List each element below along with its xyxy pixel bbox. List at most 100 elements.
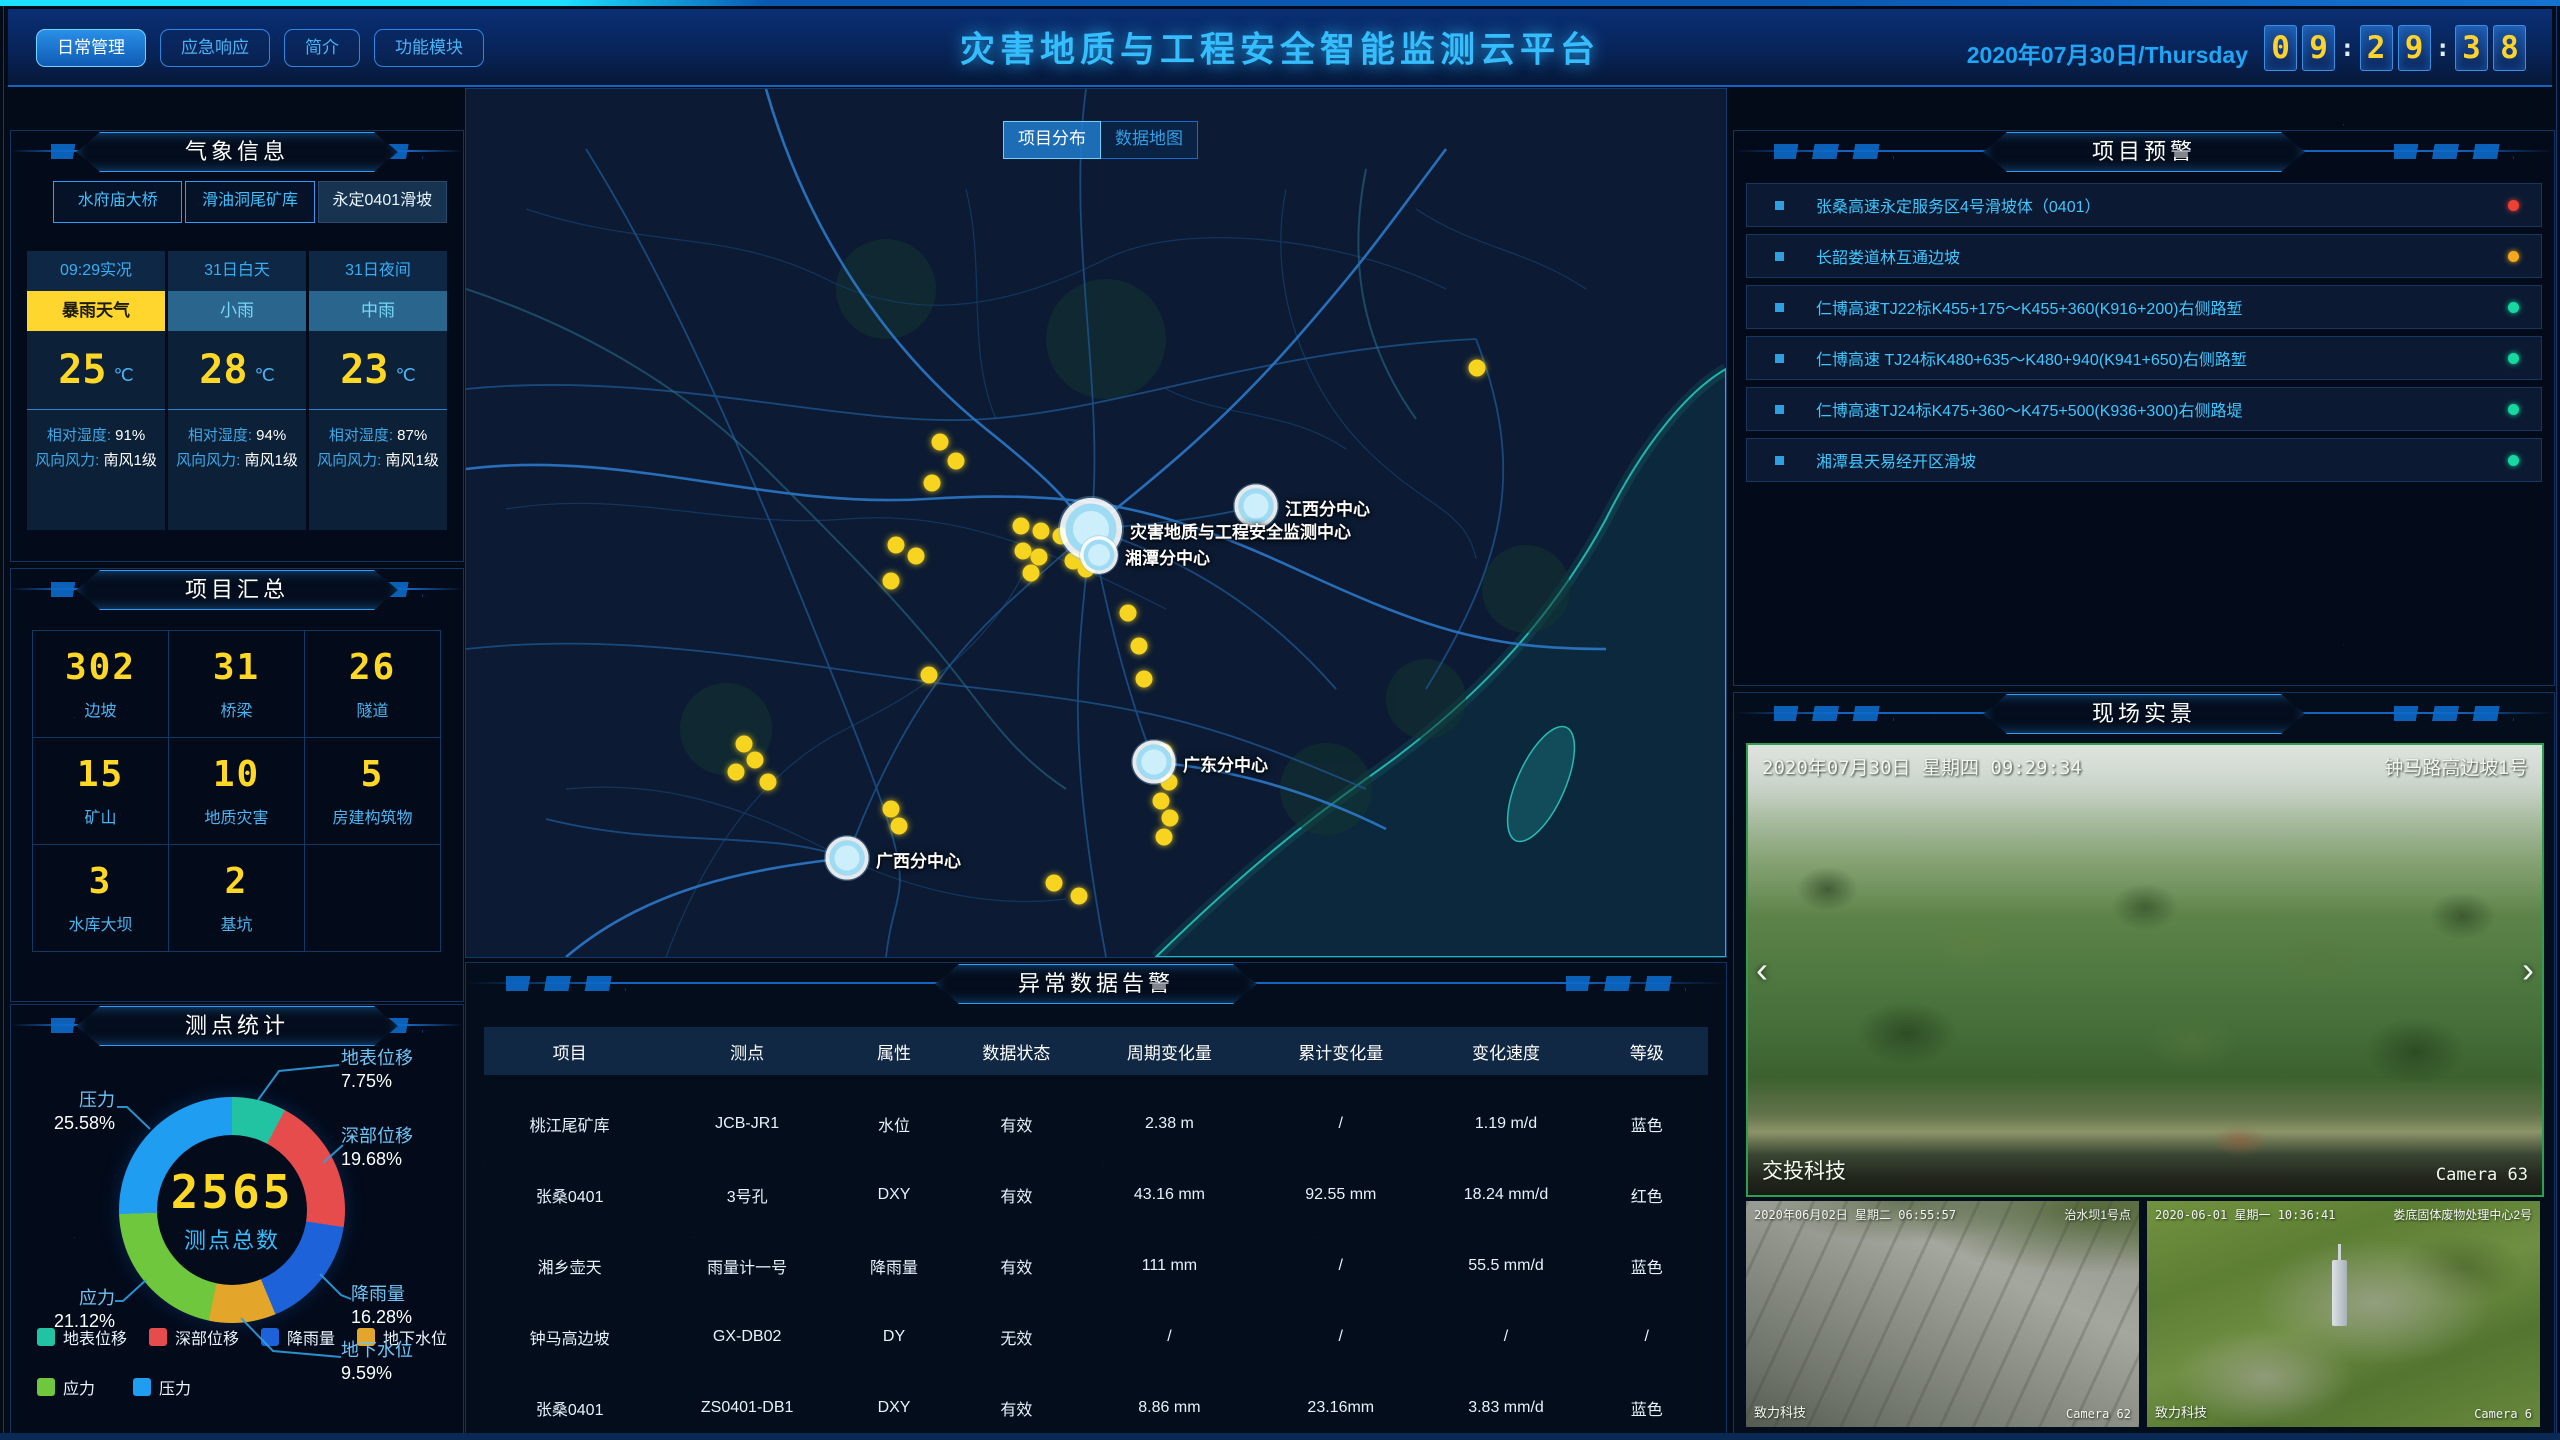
warning-item[interactable]: 仁博高速TJ24标K475+360～K475+500(K936+300)右侧路堤: [1746, 387, 2542, 431]
weather-tab-水府庙大桥[interactable]: 水府庙大桥: [53, 181, 182, 223]
project-dot[interactable]: [747, 752, 764, 769]
map[interactable]: 项目分布数据地图 江西分中心灾害地质与工程安全监测中心湘潭分中心广东分中心广西分…: [465, 88, 1727, 958]
map-tab-数据地图[interactable]: 数据地图: [1101, 121, 1198, 159]
live-panel-head: 现场实景: [1734, 693, 2554, 737]
center-marker-广东分中心[interactable]: [1131, 739, 1177, 785]
legend-label: 深部位移: [175, 1325, 239, 1349]
table-row[interactable]: 钟马高边坡GX-DB02DY无效////: [484, 1301, 1708, 1372]
alarm-panel-title: 异常数据告警: [935, 964, 1257, 1004]
camera-thumbnail[interactable]: 2020-06-01 星期一 10:36:41娄底固体废物处理中心2号致力科技C…: [2147, 1201, 2540, 1427]
legend-item-应力[interactable]: 应力: [37, 1375, 111, 1399]
summary-label: 隧道: [356, 697, 388, 721]
project-dot[interactable]: [883, 801, 900, 818]
slice-name: 深部位移: [341, 1125, 413, 1148]
thumb-timestamp: 2020-06-01 星期一 10:36:41: [2155, 1206, 2336, 1223]
table-cell: 111 mm: [1084, 1257, 1255, 1275]
alarm-table-panel: 异常数据告警 项目测点属性数据状态周期变化量累计变化量变化速度等级 钟马路高边坡…: [465, 962, 1727, 1435]
table-row[interactable]: 张桑04013号孔DXY有效43.16 mm92.55 mm18.24 mm/d…: [484, 1159, 1708, 1230]
thumb-camera-id: Camera 62: [2066, 1407, 2131, 1421]
donut-label-压力: 压力25.58%: [29, 1089, 115, 1134]
project-dot[interactable]: [888, 537, 905, 554]
temperature-unit: ℃: [113, 355, 133, 386]
head-stripes-icon: [1774, 706, 1894, 721]
table-row[interactable]: 钟马路高边坡5号孔DXY有效10.12 mm15.975.46 mm/d橙色: [484, 1075, 1708, 1088]
summary-cell-边坡: 302边坡: [32, 630, 169, 738]
top-header: 日常管理应急响应简介功能模块 灾害地质与工程安全智能监测云平台 2020年07月…: [8, 9, 2552, 87]
project-dot[interactable]: [1153, 793, 1170, 810]
project-dot[interactable]: [728, 764, 745, 781]
legend-swatch: [133, 1378, 151, 1396]
alarm-table-body[interactable]: 钟马路高边坡5号孔DXY有效10.12 mm15.975.46 mm/d橙色桃江…: [484, 1075, 1708, 1426]
nav-button-功能模块[interactable]: 功能模块: [374, 29, 484, 67]
project-dot[interactable]: [921, 667, 938, 684]
table-row[interactable]: 桃江尾矿库JCB-JR1水位有效2.38 m/1.19 m/d蓝色: [484, 1088, 1708, 1159]
warning-item[interactable]: 长韶娄道林互通边坡: [1746, 234, 2542, 278]
table-row[interactable]: 张桑0401ZS0401-DB1DXY有效8.86 mm23.16mm3.83 …: [484, 1372, 1708, 1426]
table-cell: 湘乡壶天: [484, 1254, 655, 1278]
project-dot[interactable]: [924, 475, 941, 492]
warning-item[interactable]: 张桑高速永定服务区4号滑坡体（0401）: [1746, 183, 2542, 227]
legend-label: 压力: [159, 1375, 191, 1399]
project-dot[interactable]: [932, 434, 949, 451]
nav-button-日常管理[interactable]: 日常管理: [36, 29, 146, 67]
table-row[interactable]: 湘乡壶天雨量计一号降雨量有效111 mm/55.5 mm/d蓝色: [484, 1230, 1708, 1301]
camera-thumbnail[interactable]: 2020年06月02日 星期二 06:55:57治水坝1号点致力科技Camera…: [1746, 1201, 2139, 1427]
temperature-value: 23: [340, 347, 388, 393]
project-dot[interactable]: [1046, 875, 1063, 892]
legend-item-深部位移[interactable]: 深部位移: [149, 1325, 239, 1349]
head-stripes-icon: [1774, 144, 1894, 159]
project-dot[interactable]: [1033, 523, 1050, 540]
center-marker-湘潭分中心[interactable]: [1079, 535, 1119, 575]
center-label-广西分中心: 广西分中心: [876, 847, 961, 872]
table-cell: 有效: [949, 1254, 1084, 1278]
project-dot[interactable]: [1015, 543, 1032, 560]
nav-button-应急响应[interactable]: 应急响应: [160, 29, 270, 67]
warning-item[interactable]: 仁博高速 TJ24标K480+635～K480+940(K941+650)右侧路…: [1746, 336, 2542, 380]
humidity-line: 相对湿度: 87%: [315, 424, 441, 449]
table-cell: 红色: [1586, 1183, 1708, 1207]
project-dot[interactable]: [1120, 605, 1137, 622]
table-cell: 降雨量: [839, 1254, 949, 1278]
project-dot[interactable]: [1071, 888, 1088, 905]
project-dot[interactable]: [1162, 810, 1179, 827]
legend-item-降雨量[interactable]: 降雨量: [261, 1325, 335, 1349]
project-dot[interactable]: [948, 453, 965, 470]
project-dot[interactable]: [891, 818, 908, 835]
weather-time-label: 31日白天: [168, 251, 306, 291]
project-dot[interactable]: [1469, 360, 1486, 377]
humidity-label: 相对湿度:: [188, 427, 256, 444]
project-dot[interactable]: [1136, 671, 1153, 688]
project-dot[interactable]: [1031, 549, 1048, 566]
table-cell: 蓝色: [1586, 1112, 1708, 1136]
project-dot[interactable]: [1023, 565, 1040, 582]
col-header-周期变化量: 周期变化量: [1084, 1039, 1255, 1064]
table-cell: 桃江尾矿库: [484, 1112, 655, 1136]
weather-tab-永定0401滑坡[interactable]: 永定0401滑坡: [318, 181, 447, 223]
center-marker-广西分中心[interactable]: [824, 835, 870, 881]
temperature-value: 25: [58, 347, 106, 393]
legend-item-压力[interactable]: 压力: [133, 1375, 207, 1399]
warning-text: 仁博高速TJ22标K455+175～K455+360(K916+200)右侧路堑: [1816, 295, 2242, 319]
project-dot[interactable]: [736, 736, 753, 753]
warning-item[interactable]: 仁博高速TJ22标K455+175～K455+360(K916+200)右侧路堑: [1746, 285, 2542, 329]
nav-button-简介[interactable]: 简介: [284, 29, 360, 67]
main-camera-view[interactable]: 2020年07月30日 星期四 09:29:34 钟马路高边坡1号 交投科技 C…: [1746, 743, 2544, 1197]
weather-time-label: 31日夜间: [309, 251, 447, 291]
weather-tab-滑油洞尾矿库[interactable]: 滑油洞尾矿库: [185, 181, 314, 223]
project-dot[interactable]: [1156, 829, 1173, 846]
weather-panel-head: 气象信息: [11, 131, 463, 175]
next-camera-arrow-icon[interactable]: ›: [2522, 949, 2534, 991]
wind-line: 风向风力: 南风1级: [315, 449, 441, 474]
project-dot[interactable]: [760, 774, 777, 791]
project-dot[interactable]: [883, 573, 900, 590]
camera-thumbnails: 2020年06月02日 星期二 06:55:57治水坝1号点致力科技Camera…: [1746, 1201, 2540, 1427]
project-dot[interactable]: [1013, 518, 1030, 535]
center-label-广东分中心: 广东分中心: [1183, 751, 1268, 776]
prev-camera-arrow-icon[interactable]: ‹: [1756, 949, 1768, 991]
table-cell: 钟马高边坡: [484, 1325, 655, 1349]
project-dot[interactable]: [908, 548, 925, 565]
warning-item[interactable]: 湘潭县天易经开区滑坡: [1746, 438, 2542, 482]
project-dot[interactable]: [1131, 638, 1148, 655]
map-tab-项目分布[interactable]: 项目分布: [1003, 121, 1101, 159]
bullet-icon: [1775, 405, 1784, 414]
